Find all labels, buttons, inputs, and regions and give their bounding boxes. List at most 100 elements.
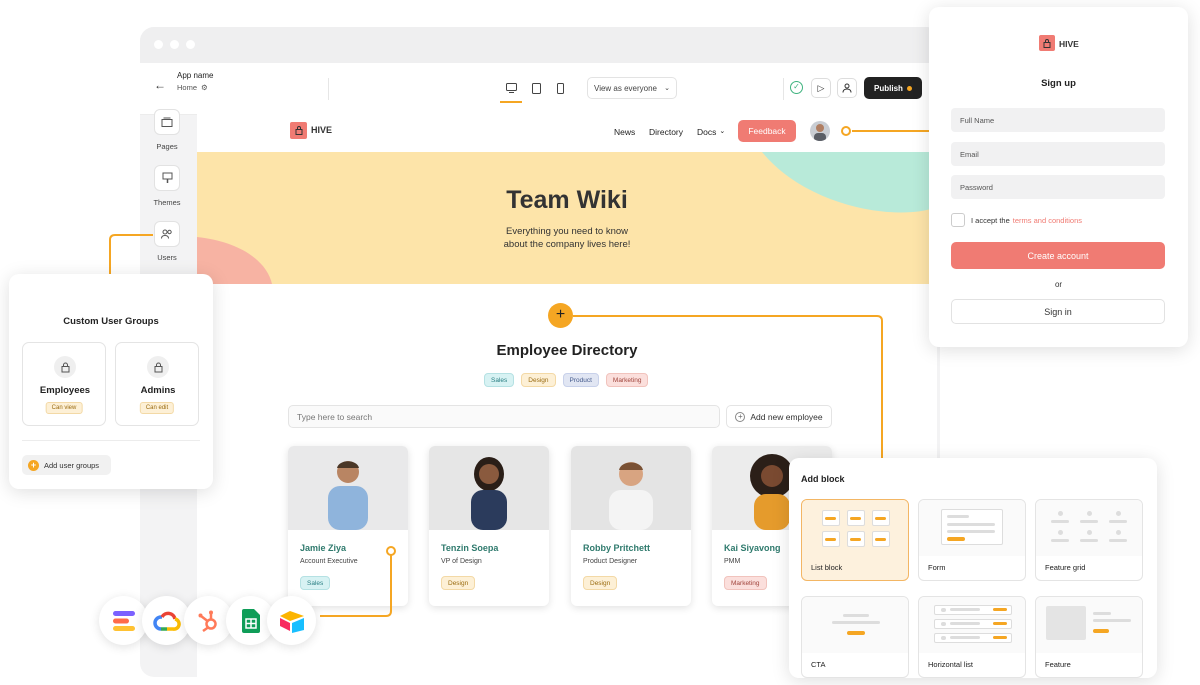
form-preview (919, 500, 1025, 556)
panel-title: Custom User Groups (63, 316, 159, 327)
tablet-icon[interactable] (527, 79, 545, 97)
terms-checkbox[interactable] (951, 213, 965, 227)
window-dot (186, 40, 195, 49)
list-block-preview (802, 500, 908, 556)
employee-name: Kai Siyavong (724, 543, 781, 553)
chevron-down-icon: ⌄ (719, 128, 726, 135)
settings-icon[interactable]: ⚙ (201, 83, 208, 92)
group-card-admins[interactable]: Admins Can edit (115, 342, 199, 426)
page-name: Home (177, 83, 198, 92)
users-icon (161, 229, 172, 239)
nav-link-docs[interactable]: Docs ⌄ (697, 127, 725, 137)
lock-icon (54, 356, 76, 378)
employee-tag: Sales (300, 576, 331, 590)
add-user-groups-button[interactable]: + Add user groups (22, 455, 111, 475)
employee-photo (571, 446, 691, 530)
avatar[interactable] (810, 121, 830, 141)
sign-in-label: Sign in (1044, 306, 1072, 317)
add-employee-label: Add new employee (750, 411, 823, 422)
sidebar-item-themes[interactable] (154, 165, 180, 191)
add-block-title: Add block (801, 474, 845, 484)
block-option-horizontal-list[interactable]: Horizontal list (918, 596, 1026, 678)
signup-title: Sign up (1041, 78, 1076, 89)
sidebar-item-users[interactable] (154, 221, 180, 247)
hero-banner: Team Wiki Everything you need to know ab… (197, 152, 937, 284)
permission-badge: Can view (45, 402, 83, 414)
back-arrow-icon[interactable]: ← (154, 78, 166, 92)
publish-button[interactable]: Publish (864, 77, 922, 99)
view-as-select[interactable]: View as everyone ⌄ (587, 77, 677, 99)
password-field[interactable]: Password (951, 175, 1165, 199)
block-option-feature-grid[interactable]: Feature grid (1035, 499, 1143, 581)
unpublished-dot-icon (906, 85, 912, 91)
lock-icon (147, 356, 169, 378)
mobile-icon[interactable] (551, 79, 569, 97)
block-option-cta[interactable]: CTA (801, 596, 909, 678)
nav-link-news[interactable]: News (614, 127, 635, 137)
brand-name: HIVE (1059, 39, 1079, 49)
airtable-icon[interactable] (267, 596, 316, 645)
desktop-icon[interactable] (502, 79, 520, 97)
create-account-button[interactable]: Create account (951, 242, 1165, 269)
sidebar-item-pages[interactable] (154, 109, 180, 135)
feedback-button[interactable]: Feedback (738, 120, 796, 142)
divider (783, 78, 784, 100)
terms-link[interactable]: terms and conditions (1013, 216, 1082, 225)
create-account-label: Create account (1027, 250, 1089, 261)
user-settings-icon[interactable] (837, 78, 857, 98)
nav-link-directory[interactable]: Directory (649, 127, 683, 137)
employee-name: Tenzin Soepa (441, 543, 499, 553)
add-block-plus-icon[interactable]: + (548, 303, 573, 328)
publish-label: Publish (874, 83, 903, 93)
group-card-employees[interactable]: Employees Can view (22, 342, 106, 426)
employee-name: Jamie Ziya (300, 543, 347, 553)
hero-decor (197, 152, 937, 284)
filter-chip-marketing[interactable]: Marketing (605, 373, 649, 387)
filter-chip-product[interactable]: Product (562, 373, 599, 387)
search-placeholder: Type here to search (297, 411, 373, 422)
filter-chip-sales[interactable]: Sales (484, 373, 515, 387)
sidebar-label: Pages (156, 142, 178, 151)
plus-circle-icon: + (735, 411, 746, 422)
app-name: App name (177, 71, 214, 80)
hive-logo-icon (290, 122, 307, 139)
block-option-form[interactable]: Form (918, 499, 1026, 581)
hero-subtitle-line-2: about the company lives here! (503, 239, 631, 250)
full-name-field[interactable]: Full Name (951, 108, 1165, 132)
horizontal-list-preview (919, 597, 1025, 653)
user-groups-panel: Custom User Groups Employees Can view Ad… (9, 274, 213, 489)
group-name: Admins (140, 385, 176, 396)
employee-card[interactable]: Robby Pritchett Product Designer Design (571, 446, 691, 606)
employee-photo (429, 446, 549, 530)
block-option-feature[interactable]: Feature (1035, 596, 1143, 678)
preview-play-icon[interactable]: ▷ (811, 78, 831, 98)
employee-card[interactable]: Tenzin Soepa VP of Design Design (429, 446, 549, 606)
add-block-panel: Add block List block Form Feature grid C… (789, 458, 1157, 678)
search-input[interactable]: Type here to search (288, 405, 720, 428)
employee-tag: Design (441, 576, 476, 590)
block-label: Horizontal list (928, 660, 974, 669)
page-selector[interactable]: Home ⚙ (177, 83, 208, 92)
filter-chip-design[interactable]: Design (521, 373, 556, 387)
stack-logo-icon[interactable] (99, 596, 148, 645)
block-label: Feature (1045, 660, 1071, 669)
employee-card[interactable]: Jamie Ziya Account Executive Sales (288, 446, 408, 606)
feature-preview (1036, 597, 1142, 653)
sidebar-label: Users (157, 253, 177, 262)
hero-title: Team Wiki (506, 186, 628, 214)
feature-grid-preview (1036, 500, 1142, 556)
cta-preview (802, 597, 908, 653)
plus-icon: + (28, 459, 39, 471)
sign-in-button[interactable]: Sign in (951, 299, 1165, 324)
hero-subtitle-line-1: Everything you need to know (506, 226, 628, 237)
employee-role: PMM (724, 558, 741, 565)
email-field[interactable]: Email (951, 142, 1165, 166)
nav-docs-label: Docs (697, 127, 717, 137)
divider (22, 440, 200, 441)
signup-panel: HIVE Sign up Full Name Email Password I … (929, 7, 1188, 347)
block-label: CTA (811, 660, 826, 669)
add-employee-button[interactable]: + Add new employee (726, 405, 832, 428)
divider (328, 78, 329, 100)
block-option-list-block[interactable]: List block (801, 499, 909, 581)
or-separator: or (1054, 280, 1063, 289)
